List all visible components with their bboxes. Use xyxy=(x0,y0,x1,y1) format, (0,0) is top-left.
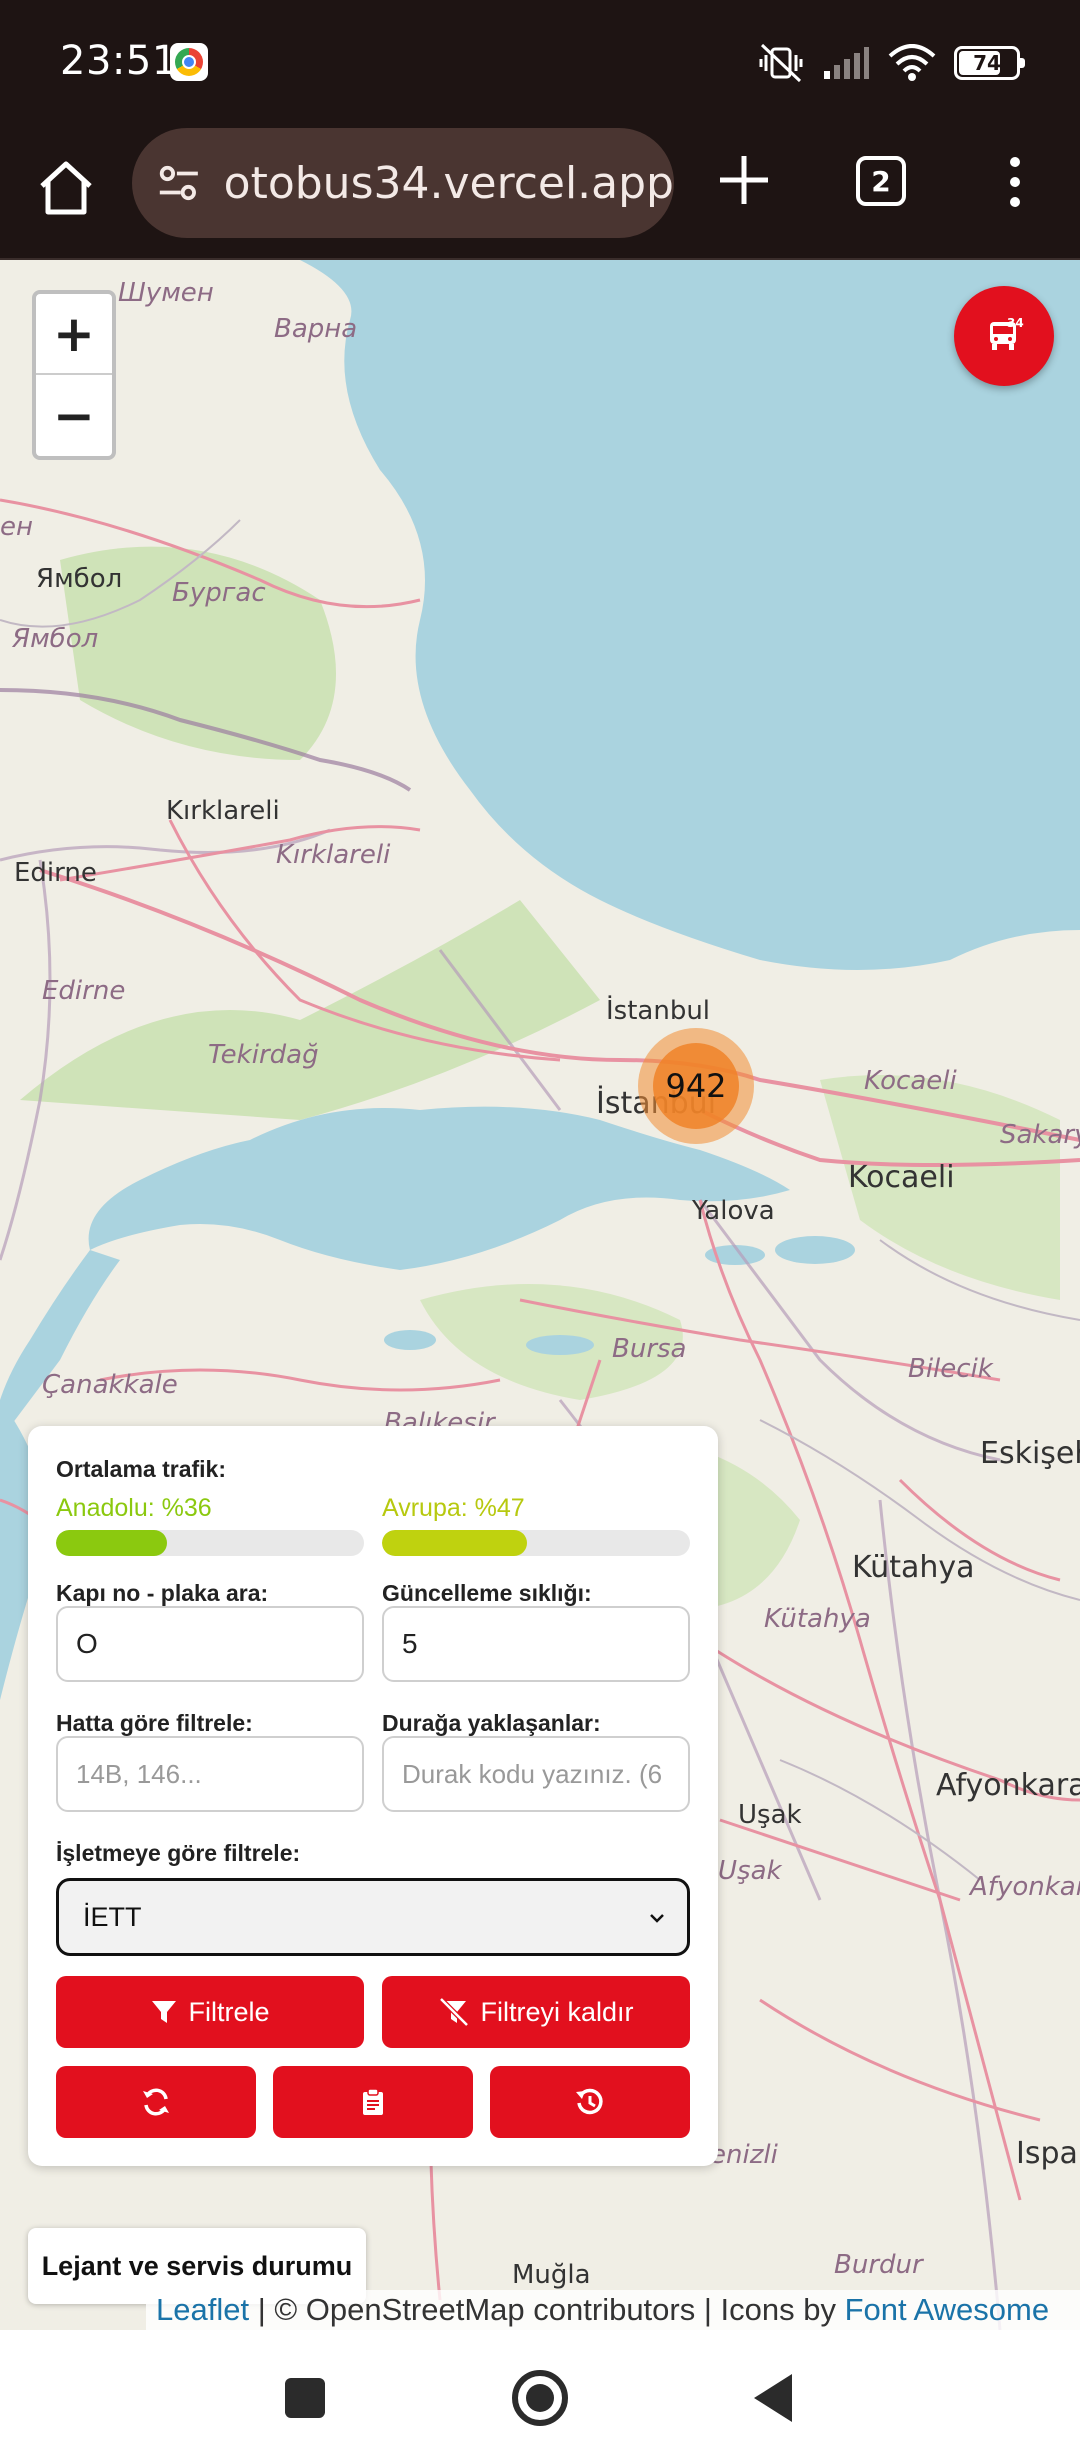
refresh-icon xyxy=(143,2088,169,2116)
map-label: Edirne xyxy=(14,858,97,888)
hat-filter-placeholder: 14B, 146... xyxy=(76,1758,202,1789)
clipboard-icon xyxy=(363,2088,383,2115)
anadolu-traffic-bar xyxy=(56,1530,364,1556)
refresh-button[interactable] xyxy=(56,2066,256,2138)
avrupa-traffic-fill xyxy=(382,1530,527,1556)
signal-icon xyxy=(824,47,869,79)
isletme-selected-value: İETT xyxy=(83,1901,142,1932)
traffic-label: Ortalama trafik: xyxy=(56,1456,227,1482)
map-label: Шумен xyxy=(118,278,214,308)
avrupa-traffic-bar xyxy=(382,1530,690,1556)
chrome-icon xyxy=(170,43,208,81)
system-nav-bar xyxy=(0,2330,1080,2460)
cluster-count: 942 xyxy=(665,1067,727,1105)
map-label: ен xyxy=(0,512,33,542)
filter-button[interactable]: Filtrele xyxy=(56,1976,364,2048)
map-label: Sakary xyxy=(1000,1120,1080,1150)
filter-icon xyxy=(152,2001,177,2023)
map-label: Afyonkar xyxy=(970,1872,1080,1902)
map-label: Bilecik xyxy=(908,1354,993,1384)
overflow-menu-icon[interactable] xyxy=(1000,152,1030,212)
map-label: Варна xyxy=(274,314,358,344)
kapi-plaka-input[interactable]: O xyxy=(56,1606,364,1682)
battery-level: 74 xyxy=(973,51,1001,75)
home-nav-icon[interactable] xyxy=(512,2370,568,2426)
status-time: 23:51 xyxy=(60,38,178,84)
anadolu-traffic-fill xyxy=(56,1530,167,1556)
map-label: Ямбол xyxy=(36,564,123,594)
map-attribution: Leaflet | © OpenStreetMap contributors |… xyxy=(146,2290,1080,2330)
mute-vibrate-icon xyxy=(759,43,803,83)
map-label: Bursa xyxy=(612,1334,687,1364)
map-label: Kütahya xyxy=(852,1550,975,1585)
avrupa-label: Avrupa: %47 xyxy=(382,1494,525,1522)
map-label: Eskişeh xyxy=(980,1436,1080,1471)
map-label: Kırklareli xyxy=(276,840,391,870)
browser-toolbar: otobus34.vercel.app 2 xyxy=(0,128,1080,260)
durak-code-input[interactable]: Durak kodu yazınız. (6 xyxy=(382,1736,690,1812)
map-label: Ispar xyxy=(1016,2136,1080,2171)
control-panel: Ortalama trafik: Anadolu: %36 Avrupa: %4… xyxy=(28,1426,718,2166)
map-label: Uşak xyxy=(738,1800,802,1830)
map-label: Afyonkara xyxy=(936,1768,1080,1803)
map-label: Yalova xyxy=(692,1196,775,1226)
map-label: Kocaeli xyxy=(864,1066,957,1096)
attribution-text: | © OpenStreetMap contributors | Icons b… xyxy=(249,2292,845,2327)
chevron-down-icon xyxy=(650,1914,664,1923)
map-label: Muğla xyxy=(512,2260,591,2290)
zoom-out-button[interactable]: − xyxy=(36,375,112,456)
clear-filter-button-label: Filtreyi kaldır xyxy=(480,1996,634,2027)
zoom-in-button[interactable]: + xyxy=(36,294,112,375)
map-label: Kütahya xyxy=(764,1604,871,1634)
map-label: Uşak xyxy=(718,1856,782,1886)
wifi-icon xyxy=(888,44,936,81)
hat-filter-input[interactable]: 14B, 146... xyxy=(56,1736,364,1812)
map-label: Kocaeli xyxy=(848,1160,955,1195)
durak-code-placeholder: Durak kodu yazınız. (6 xyxy=(402,1758,663,1789)
map-label: Ямбол xyxy=(12,624,99,654)
update-frequency-value: 5 xyxy=(402,1628,418,1659)
kapi-label: Kapı no - plaka ara: xyxy=(56,1580,269,1606)
tab-count: 2 xyxy=(871,164,891,198)
isletme-label: İşletmeye göre filtrele: xyxy=(56,1840,301,1866)
tab-switcher-icon[interactable]: 2 xyxy=(856,156,906,206)
map-label: İstanbul xyxy=(606,996,711,1026)
hat-label: Hatta göre filtrele: xyxy=(56,1710,253,1736)
url-bar[interactable]: otobus34.vercel.app xyxy=(132,128,674,238)
recents-icon[interactable] xyxy=(285,2378,325,2418)
vehicle-cluster-marker[interactable]: 942 xyxy=(638,1028,754,1144)
home-icon[interactable] xyxy=(36,158,96,218)
map-label: Kırklareli xyxy=(166,796,280,826)
map-label: Tekirdağ xyxy=(208,1040,319,1070)
map-label: Бургас xyxy=(172,578,266,608)
map-label: Çanakkale xyxy=(42,1370,178,1400)
bus-menu-button[interactable]: 34 xyxy=(954,286,1054,386)
leaflet-link[interactable]: Leaflet xyxy=(156,2292,249,2328)
new-tab-icon[interactable] xyxy=(714,150,774,210)
history-button[interactable] xyxy=(490,2066,690,2138)
update-frequency-input[interactable]: 5 xyxy=(382,1606,690,1682)
battery-icon: 74 xyxy=(954,46,1025,80)
anadolu-label: Anadolu: %36 xyxy=(56,1494,212,1522)
durak-label: Durağa yaklaşanlar: xyxy=(382,1710,601,1736)
status-icons: 74 xyxy=(758,38,1025,88)
status-bar: 23:51 74 xyxy=(0,0,1080,128)
clear-filter-button[interactable]: Filtreyi kaldır xyxy=(382,1976,690,2048)
url-text: otobus34.vercel.app xyxy=(223,157,674,209)
map-label: Edirne xyxy=(42,976,126,1006)
legend-button-label: Lejant ve servis durumu xyxy=(41,2250,353,2281)
history-icon xyxy=(576,2088,603,2115)
font-awesome-link[interactable]: Font Awesome xyxy=(845,2292,1049,2328)
isletme-select[interactable]: İETT xyxy=(56,1878,690,1956)
kapi-plaka-value: O xyxy=(76,1628,98,1659)
site-settings-icon[interactable] xyxy=(156,159,202,207)
clipboard-button[interactable] xyxy=(273,2066,473,2138)
filter-button-label: Filtrele xyxy=(188,1996,270,2027)
filter-slash-icon xyxy=(439,1998,470,2026)
guncelleme-label: Güncelleme sıklığı: xyxy=(382,1580,592,1606)
zoom-control: + − xyxy=(32,290,116,460)
bus-badge: 34 xyxy=(1007,316,1024,330)
back-icon[interactable] xyxy=(754,2374,792,2422)
map-label: Burdur xyxy=(834,2250,923,2280)
